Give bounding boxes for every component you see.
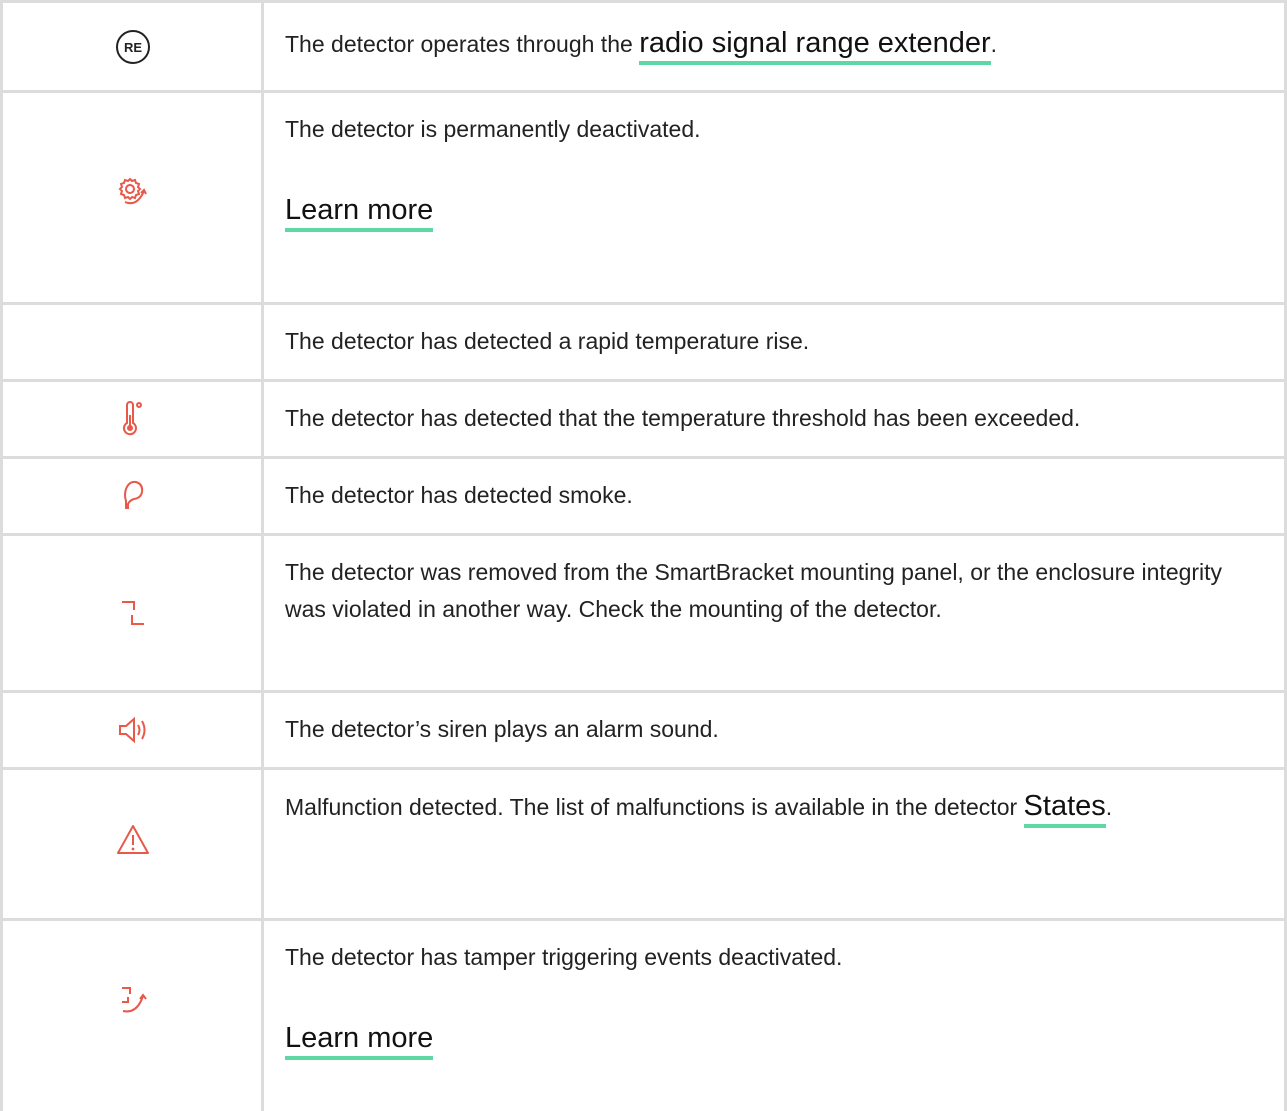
- tamper-arrow-icon-cell: [3, 921, 262, 1079]
- row-text-after: .: [1105, 794, 1113, 820]
- row-text-before: Malfunction detected. The list of malfun…: [285, 794, 1024, 820]
- row-text: The detector has detected that the tempe…: [285, 405, 1081, 431]
- speaker-icon: [118, 716, 145, 744]
- row-text: The detector operates through the radio …: [285, 25, 1260, 65]
- row-text: The detector has tamper triggering event…: [285, 939, 1260, 1061]
- states-link[interactable]: States: [1023, 790, 1106, 828]
- table-row: The detector was removed from the SmartB…: [0, 536, 1287, 690]
- table-row: The detector has detected smoke.: [0, 459, 1287, 533]
- table-row: The detector has detected a rapid temper…: [0, 305, 1287, 379]
- table-row: The detector has tamper triggering event…: [0, 921, 1287, 1111]
- tamper-icon: [121, 601, 144, 625]
- warning-icon: [116, 825, 149, 854]
- thermometer-icon: [122, 401, 142, 436]
- learn-more-link[interactable]: Learn more: [285, 194, 434, 232]
- row-text: Malfunction detected. The list of malfun…: [285, 784, 1260, 829]
- re-icon-cell: RE: [3, 3, 262, 90]
- radio-signal-range-extender-link[interactable]: radio signal range extender: [639, 27, 991, 65]
- empty-icon-cell: [3, 305, 262, 379]
- gear-arrow-icon: [118, 177, 147, 204]
- row-text: The detector was removed from the SmartB…: [285, 559, 1223, 622]
- row-text-after: .: [990, 31, 998, 57]
- table-row: The detector is permanently deactivated.…: [0, 93, 1287, 302]
- table-row: RE The detector operates through the rad…: [0, 3, 1287, 90]
- row-text: The detector’s siren plays an alarm soun…: [285, 716, 719, 742]
- table-row: The detector has detected that the tempe…: [0, 382, 1287, 456]
- smoke-icon-cell: [3, 459, 262, 533]
- row-text-line: The detector has tamper triggering event…: [285, 944, 843, 970]
- re-icon: RE: [115, 29, 150, 64]
- row-text: The detector has detected smoke.: [285, 482, 633, 508]
- tamper-icon-cell: [3, 536, 262, 690]
- status-icons-table: RE The detector operates through the rad…: [0, 0, 1287, 1111]
- table-row: Malfunction detected. The list of malfun…: [0, 770, 1287, 918]
- row-text: The detector has detected a rapid temper…: [285, 328, 810, 354]
- thermometer-icon-cell: [3, 382, 262, 456]
- table-row: The detector’s siren plays an alarm soun…: [0, 693, 1287, 767]
- row-text-line: The detector is permanently deactivated.: [285, 116, 701, 142]
- tamper-arrow-icon: [121, 987, 147, 1013]
- smoke-icon: [123, 480, 143, 509]
- gear-arrow-icon-cell: [3, 93, 262, 288]
- warning-icon-cell: [3, 770, 262, 910]
- svg-text:RE: RE: [123, 40, 141, 55]
- row-text: The detector is permanently deactivated.…: [285, 111, 1260, 233]
- speaker-icon-cell: [3, 693, 262, 767]
- row-text-before: The detector operates through the: [285, 31, 640, 57]
- learn-more-link[interactable]: Learn more: [285, 1022, 434, 1060]
